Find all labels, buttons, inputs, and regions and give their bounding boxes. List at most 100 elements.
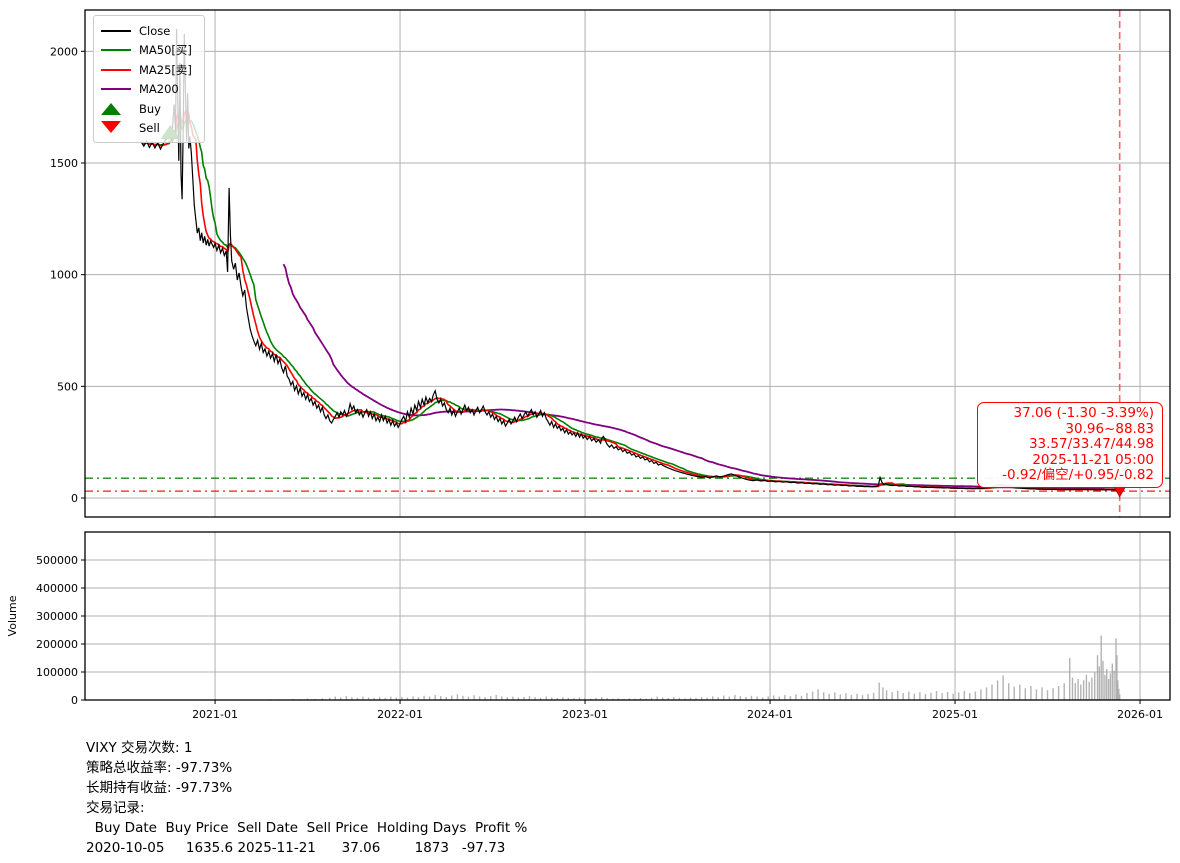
volume-bar <box>891 692 892 700</box>
volume-bar <box>1077 679 1078 700</box>
strategy-stats: VIXY 交易次数: 1 策略总收益率: -97.73% 长期持有收益: -97… <box>86 738 527 858</box>
volume-bar <box>784 695 785 700</box>
volume-bar <box>969 693 970 700</box>
volume-bar <box>856 694 857 700</box>
volume-bar <box>1072 678 1073 700</box>
volume-bar <box>897 691 898 700</box>
legend-item-sell: Sell <box>101 119 197 139</box>
volume-bar <box>1002 675 1003 700</box>
volume-bar <box>1008 683 1009 700</box>
annotation-range: 30.96~88.83 <box>986 422 1154 438</box>
volume-bar <box>845 693 846 700</box>
volume-bar <box>903 693 904 700</box>
annotation-ma-values: 33.57/33.47/44.98 <box>986 437 1154 453</box>
stats-strategy-return: 策略总收益率: -97.73% <box>86 758 527 778</box>
volume-bar <box>1058 686 1059 700</box>
triangle-up-icon <box>101 103 121 115</box>
stats-trade-count: VIXY 交易次数: 1 <box>86 738 527 758</box>
volume-bar <box>964 691 965 700</box>
legend-label: Sell <box>139 121 160 135</box>
x-tick-label: 2022-01 <box>377 708 423 721</box>
stats-holding-return: 长期持有收益: -97.73% <box>86 778 527 798</box>
annotation-signal: -0.92/偏空/+0.95/-0.82 <box>986 468 1154 484</box>
legend-item-ma50: MA50[买] <box>101 41 197 61</box>
annotation-price-change: 37.06 (-1.30 -3.39%) <box>986 406 1154 422</box>
legend-label: MA50[买] <box>139 42 192 58</box>
close-line <box>141 29 1120 490</box>
volume-bar <box>1030 686 1031 700</box>
buy-triangle-icon <box>101 103 131 115</box>
volume-bar <box>457 694 458 700</box>
volume-bar <box>886 690 887 700</box>
volume-bar <box>1019 685 1020 700</box>
chart-legend: CloseMA50[买]MA25[卖]MA200BuySell <box>93 15 205 143</box>
volume-bar <box>991 685 992 700</box>
volume-bar <box>1094 672 1095 700</box>
volume-bar <box>980 689 981 700</box>
volume-bar <box>1080 685 1081 700</box>
volume-bar <box>1099 666 1100 700</box>
volume-bar <box>773 696 774 701</box>
volume-axis-label: Volume <box>6 595 19 636</box>
volume-bar <box>1091 678 1092 700</box>
volume-bar <box>795 694 796 700</box>
x-tick-label: 2023-01 <box>562 708 608 721</box>
legend-line <box>101 30 131 32</box>
volume-bar <box>958 692 959 700</box>
volume-bar <box>723 696 724 701</box>
legend-item-close: Close <box>101 21 197 41</box>
volume-bar <box>812 692 813 700</box>
volume-ytick-label: 400000 <box>36 582 78 595</box>
x-tick-label: 2024-01 <box>747 708 793 721</box>
volume-bar <box>1025 688 1026 700</box>
volume-bar <box>823 692 824 700</box>
price-ytick-label: 500 <box>57 380 78 393</box>
x-tick-label: 2025-01 <box>932 708 978 721</box>
volume-bar <box>851 695 852 700</box>
volume-bar <box>873 693 874 700</box>
volume-bar <box>1069 658 1070 700</box>
volume-ytick-label: 500000 <box>36 554 78 567</box>
volume-bar <box>975 692 976 700</box>
volume-bar <box>1104 675 1105 700</box>
quote-annotation-box: 37.06 (-1.30 -3.39%) 30.96~88.83 33.57/3… <box>977 402 1163 488</box>
volume-bar <box>1036 689 1037 700</box>
volume-bar <box>1086 675 1087 700</box>
trade-table-header: Buy Date Buy Price Sell Date Sell Price … <box>86 818 527 838</box>
volume-bar <box>1110 673 1111 700</box>
volume-bar <box>1014 687 1015 700</box>
volume-bar <box>941 693 942 700</box>
legend-line-swatch <box>101 49 131 51</box>
legend-line-swatch <box>101 30 131 32</box>
legend-line <box>101 88 131 90</box>
volume-ytick-label: 0 <box>71 694 78 707</box>
volume-bar <box>806 693 807 700</box>
volume-bar <box>1089 682 1090 700</box>
volume-bar <box>947 692 948 700</box>
figure: 0500100015002000010000020000030000040000… <box>0 0 1180 863</box>
volume-bar <box>1097 655 1098 700</box>
x-tick-label: 2026-01 <box>1117 708 1163 721</box>
volume-bar <box>862 695 863 700</box>
stats-trades-header: 交易记录: <box>86 798 527 818</box>
volume-bar <box>879 683 880 700</box>
volume-bar <box>1106 669 1107 700</box>
legend-label: Buy <box>139 102 161 116</box>
volume-bar <box>1108 679 1109 700</box>
volume-bar <box>435 695 436 700</box>
price-ytick-label: 1000 <box>50 269 78 282</box>
legend-line <box>101 69 131 71</box>
volume-bar <box>936 691 937 700</box>
volume-bar <box>953 694 954 700</box>
legend-line-swatch <box>101 69 131 71</box>
volume-bar <box>1112 664 1113 700</box>
triangle-down-icon <box>101 121 121 133</box>
price-ytick-label: 2000 <box>50 45 78 58</box>
volume-bar <box>1047 690 1048 700</box>
sell-triangle-icon <box>101 123 131 133</box>
volume-bar <box>496 695 497 700</box>
volume-bar <box>908 692 909 700</box>
volume-ytick-label: 200000 <box>36 638 78 651</box>
price-ytick-label: 1500 <box>50 157 78 170</box>
legend-label: MA25[卖] <box>139 62 192 78</box>
